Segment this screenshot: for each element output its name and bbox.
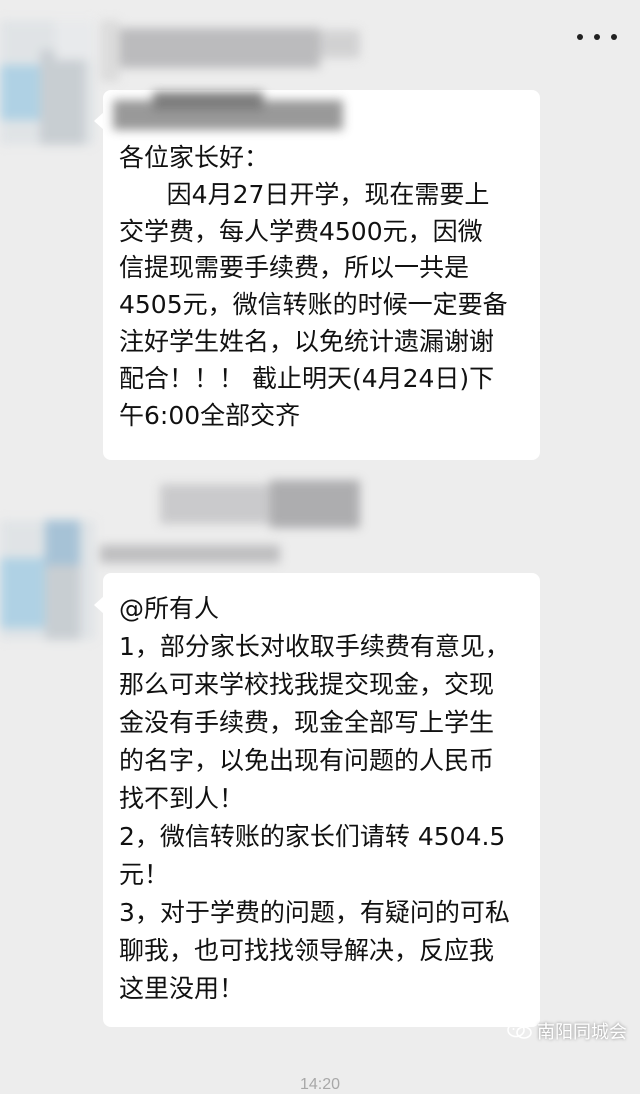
message-bubble[interactable]: 各位家长好： 因4月27日开学，现在需要上 交学费，每人学费4500元，因微 信… <box>103 90 540 460</box>
watermark-text: 南阳同城会 <box>537 1022 627 1043</box>
quoted-header <box>113 92 343 136</box>
more-dot <box>594 34 600 40</box>
message-line: 因4月27日开学，现在需要上 <box>119 179 490 209</box>
more-icon[interactable] <box>577 22 617 52</box>
message-line: 的名字，以免出现有问题的人民币 <box>119 746 495 775</box>
message-line: 4505元，微信转账的时候一定要备 <box>119 290 508 320</box>
message-line: 这里没用！ <box>119 974 245 1003</box>
message-line: 注好学生姓名，以免统计遗漏谢谢 <box>119 326 495 356</box>
message-line: 交学费，每人学费4500元，因微 <box>119 216 483 246</box>
message-bubble[interactable]: @所有人 1，部分家长对收取手续费有意见， 那么可来学校找我提交现金，交现 金没… <box>103 573 540 1027</box>
message-line: 元！ <box>119 860 170 889</box>
message-line: 各位家长好： <box>119 143 270 172</box>
message-line: 金没有手续费，现金全部写上学生 <box>119 708 495 737</box>
more-dot <box>611 34 617 40</box>
message-line: 2，微信转账的家长们请转 4504.5 <box>119 822 506 851</box>
sender-name <box>100 535 280 569</box>
message-line: 配合！！！ 截止明天(4月24日)下 <box>119 363 495 393</box>
message-timestamp: 14:20 <box>300 1076 341 1093</box>
message-line: @所有人 <box>119 594 220 623</box>
blurred-region <box>100 480 360 528</box>
more-dot <box>577 34 583 40</box>
message-line: 1，部分家长对收取手续费有意见， <box>119 632 510 661</box>
avatar[interactable] <box>0 20 95 145</box>
wechat-icon <box>507 1022 532 1039</box>
message-line: 信提现需要手续费，所以一共是 <box>119 253 470 283</box>
message-line: 午6:00全部交齐 <box>119 400 301 430</box>
sender-name <box>100 20 360 82</box>
message-line: 聊我，也可找找领导解决，反应我 <box>119 936 495 965</box>
watermark: 南阳同城会 <box>507 1018 627 1044</box>
avatar[interactable] <box>0 520 95 640</box>
message-line: 那么可来学校找我提交现金，交现 <box>119 670 495 699</box>
message-line: 3，对于学费的问题，有疑问的可私 <box>119 898 510 927</box>
message-line: 找不到人！ <box>119 784 245 813</box>
